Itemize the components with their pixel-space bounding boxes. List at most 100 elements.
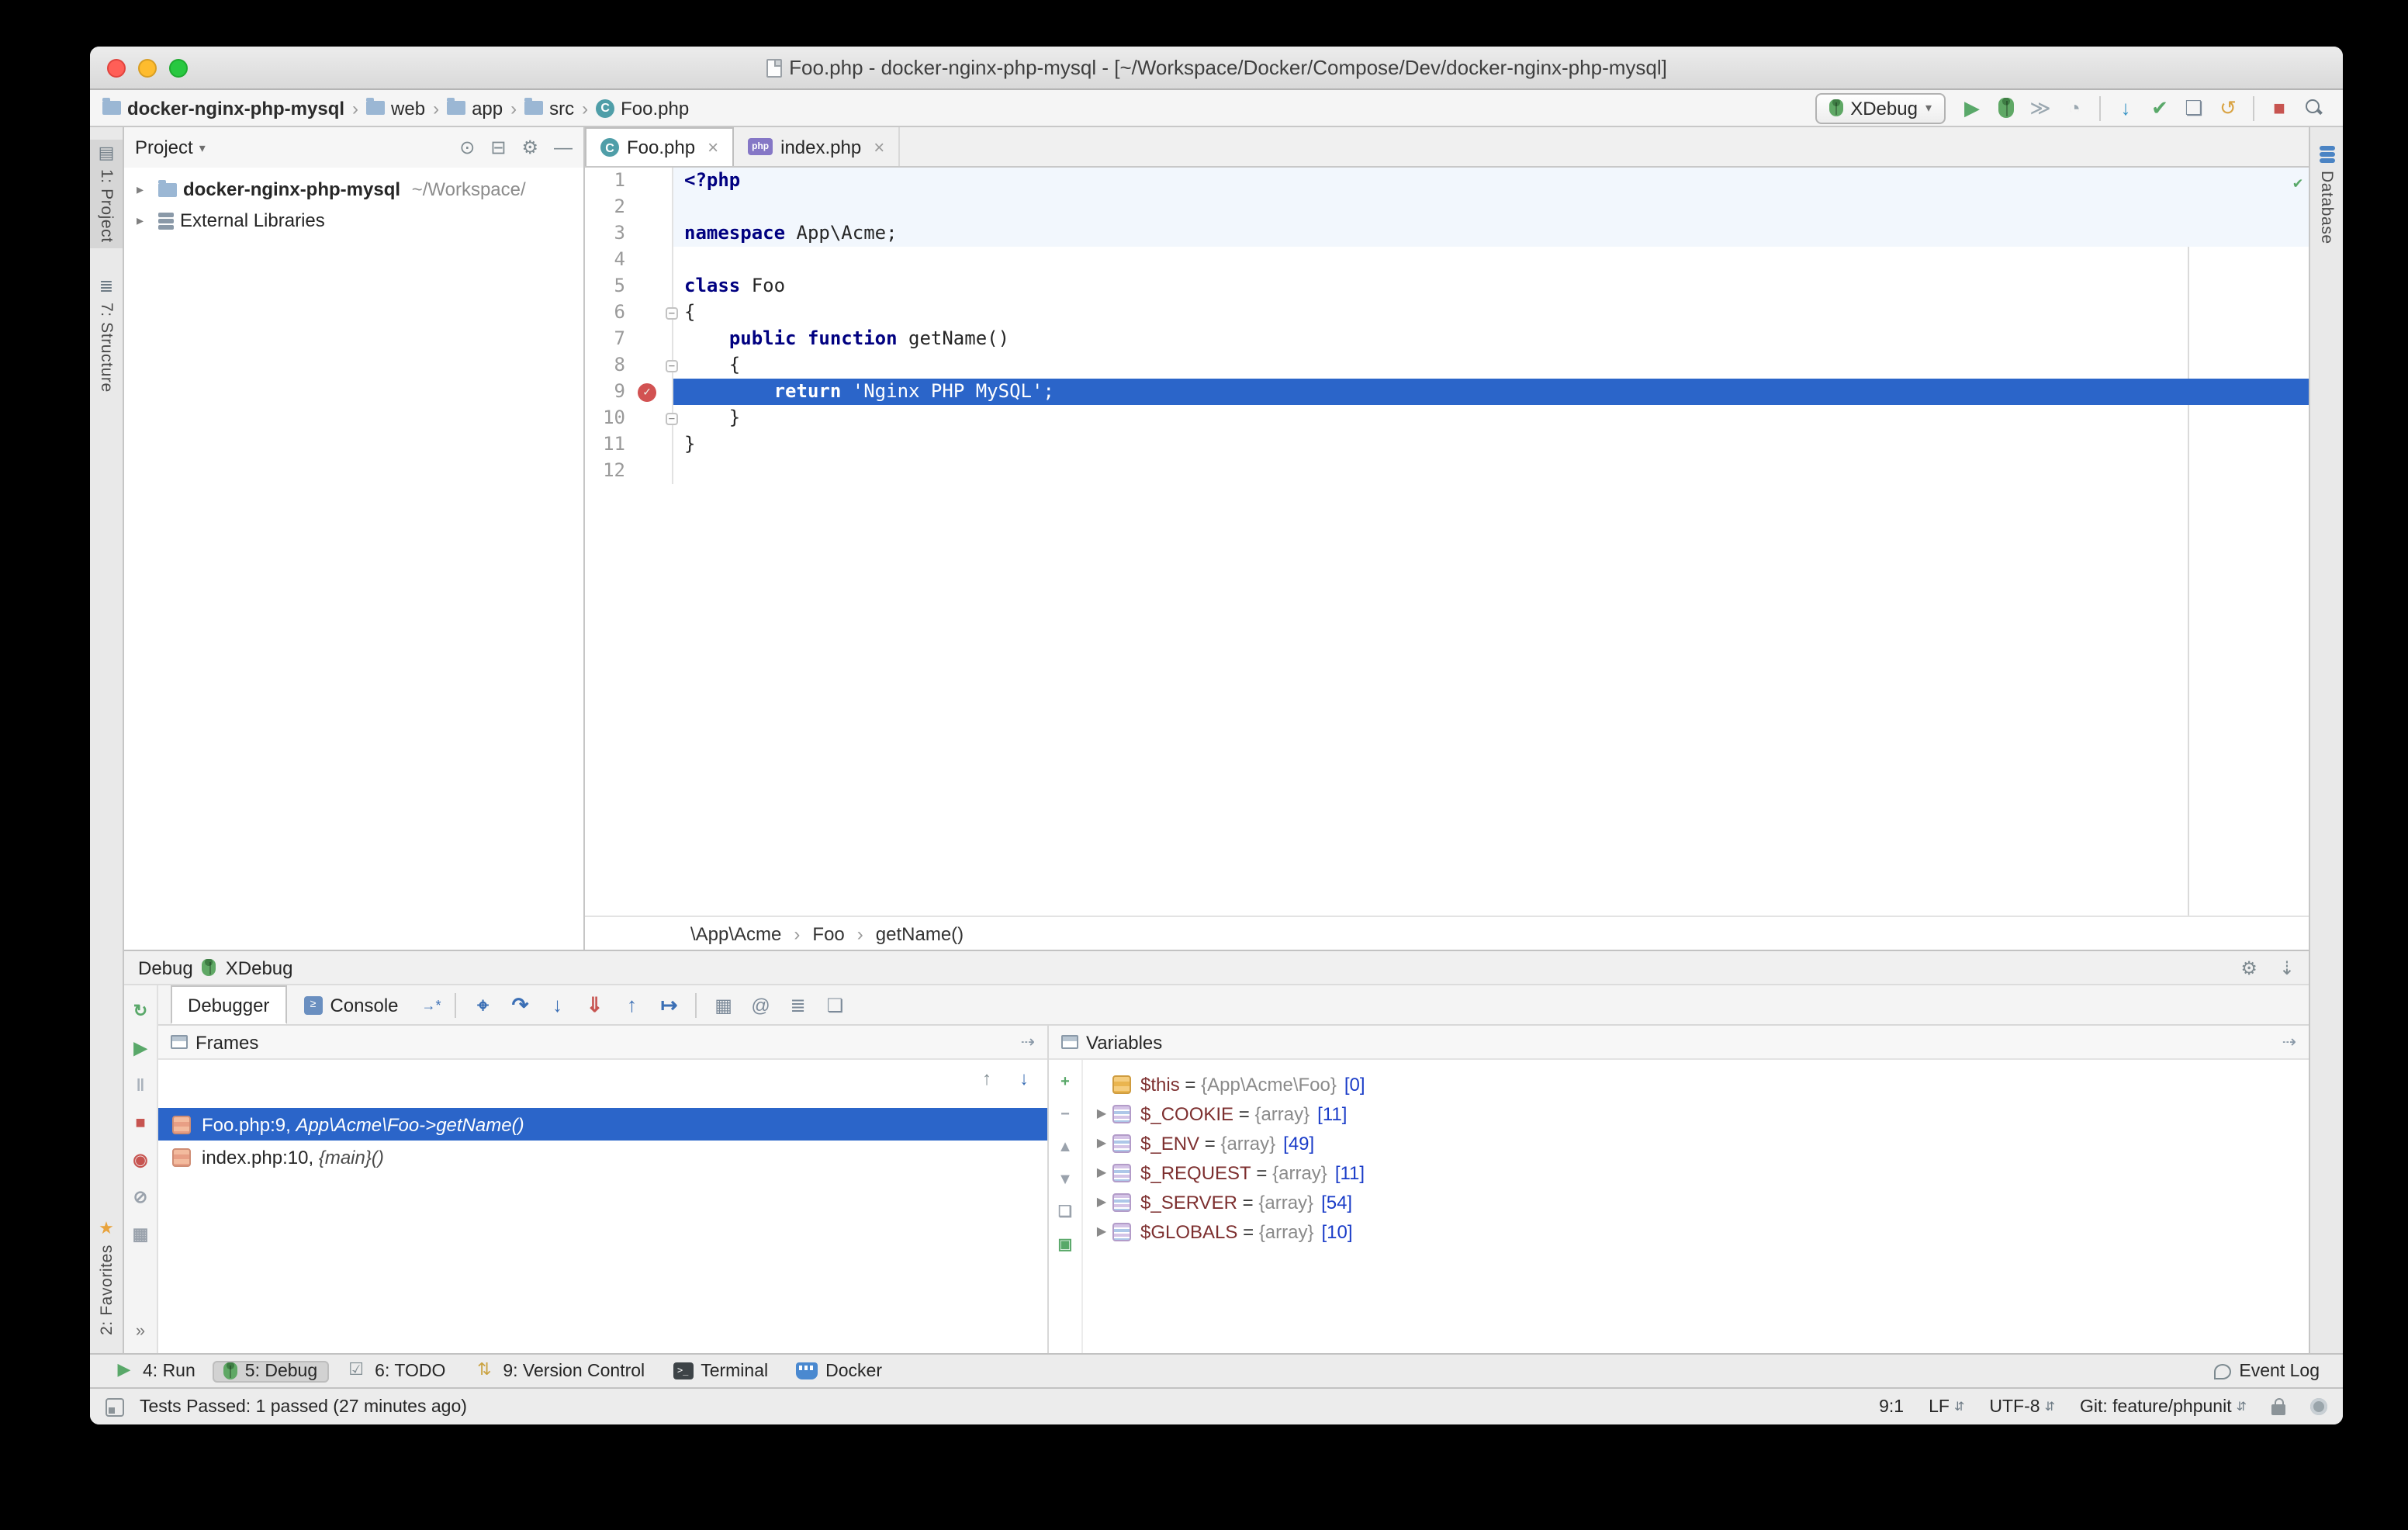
evaluate-expression-button[interactable]: ▦ — [705, 994, 742, 1016]
resume-button[interactable]: ▶ — [134, 1041, 147, 1058]
debug-settings-icon[interactable]: ⚙ — [2240, 958, 2258, 977]
next-frame-button[interactable]: ↓ — [1019, 1068, 1029, 1089]
editor-tab-index-php[interactable]: phpindex.php× — [734, 127, 900, 166]
tab-console[interactable]: ≥Console — [286, 985, 415, 1024]
run-with-coverage-button[interactable]: ≫ — [2023, 92, 2057, 123]
code-line-11[interactable]: 11} — [585, 431, 2309, 458]
copy-value-button[interactable]: ❏ — [1058, 1206, 1072, 1221]
project-tree-item-external-libraries[interactable]: ▸External Libraries — [124, 205, 583, 236]
settings-icon[interactable]: ⚙ — [521, 138, 538, 157]
breadcrumb-item-foo-php[interactable]: CFoo.php — [596, 97, 689, 119]
step-over-button[interactable]: ↷ — [502, 992, 539, 1017]
tool-stripe-button-structure[interactable]: ≣7: Structure — [90, 274, 123, 400]
fold-marker-icon[interactable]: − — [666, 360, 678, 372]
panel-menu-icon[interactable]: ⇢ — [1021, 1032, 1035, 1052]
chevron-right-icon[interactable]: ▸ — [137, 181, 152, 198]
run-button[interactable]: ▶ — [1955, 92, 1989, 123]
compare-button[interactable]: ❏ — [2177, 92, 2211, 123]
mute-breakpoints-button[interactable]: ⊘ — [133, 1190, 147, 1207]
breadcrumb-item-src[interactable]: src — [524, 97, 574, 119]
tool-window-button-4-run[interactable]: ▶4: Run — [102, 1360, 206, 1382]
tool-stripe-button-database[interactable]: Database — [2310, 140, 2343, 251]
fold-marker-icon[interactable]: − — [666, 307, 678, 320]
fold-marker-icon[interactable]: − — [666, 413, 678, 425]
tool-stripe-button-favorites[interactable]: ★2: Favorites — [90, 1214, 123, 1341]
rerun-debugger-button[interactable]: ↻ — [133, 1004, 147, 1021]
watches-button[interactable]: @ — [742, 994, 780, 1016]
git-branch-widget[interactable]: Git: feature/phpunit ⇵ — [2080, 1397, 2247, 1416]
variable-row-server[interactable]: ▶$_SERVER = {array}[54] — [1083, 1187, 2309, 1217]
code-line-2[interactable]: 2 — [585, 194, 2309, 220]
debug-button[interactable] — [1989, 92, 2023, 123]
scroll-to-end-icon[interactable]: →* — [422, 997, 441, 1012]
tool-window-button-docker[interactable]: Docker — [785, 1360, 893, 1382]
code-line-8[interactable]: 8− { — [585, 352, 2309, 379]
breakpoint-icon[interactable]: ✓ — [638, 382, 656, 401]
code-line-6[interactable]: 6−{ — [585, 299, 2309, 326]
editor-tab-foo-php[interactable]: CFoo.php× — [585, 127, 734, 166]
restore-layout-button[interactable]: ▦ — [133, 1227, 149, 1244]
variable-row-cookie[interactable]: ▶$_COOKIE = {array}[11] — [1083, 1099, 2309, 1128]
rollback-button[interactable]: ↺ — [2211, 92, 2245, 123]
previous-frame-button[interactable]: ↑ — [982, 1068, 991, 1089]
expand-arrow-icon[interactable]: ▶ — [1091, 1195, 1112, 1209]
move-down-button[interactable]: ▼ — [1057, 1173, 1073, 1189]
tool-window-button-event-log[interactable]: Event Log — [2203, 1360, 2330, 1382]
tool-window-button-5-debug[interactable]: 5: Debug — [213, 1360, 328, 1382]
code-line-5[interactable]: 5class Foo — [585, 273, 2309, 299]
tab-debugger[interactable]: Debugger — [171, 985, 286, 1024]
close-icon[interactable]: × — [708, 137, 718, 158]
expand-arrow-icon[interactable]: ▶ — [1091, 1136, 1112, 1150]
lock-icon[interactable] — [2271, 1404, 2285, 1415]
code-line-7[interactable]: 7 public function getName() — [585, 326, 2309, 352]
tool-window-button-9-version-control[interactable]: ⇅9: Version Control — [462, 1360, 656, 1382]
search-everywhere-button[interactable] — [2296, 92, 2330, 123]
run-to-cursor-button[interactable]: ↦ — [651, 992, 688, 1017]
chevron-right-icon[interactable]: ▸ — [137, 212, 152, 229]
chevron-down-icon[interactable]: ▾ — [199, 140, 206, 154]
caret-position-widget[interactable]: 9:1 — [1879, 1397, 1904, 1416]
breadcrumb-item-foo[interactable]: Foo — [812, 922, 844, 944]
hide-panel-icon[interactable]: — — [554, 138, 573, 157]
hide-debug-panel-icon[interactable]: ⇣ — [2279, 958, 2295, 977]
code-line-12[interactable]: 12 — [585, 458, 2309, 484]
variable-row-this[interactable]: $this = {App\Acme\Foo}[0] — [1083, 1069, 2309, 1099]
panel-menu-icon[interactable]: ⇢ — [2282, 1032, 2296, 1052]
move-up-button[interactable]: ▲ — [1057, 1141, 1073, 1156]
clear-button[interactable]: ❏ — [817, 994, 854, 1016]
code-line-1[interactable]: 1<?php — [585, 168, 2309, 194]
line-separator-widget[interactable]: LF ⇵ — [1929, 1397, 1964, 1416]
code-region[interactable]: 1<?php23namespace App\Acme;45class Foo6−… — [585, 168, 2309, 916]
breadcrumb-item-docker-nginx-php-mysql[interactable]: docker-nginx-php-mysql — [102, 97, 344, 119]
close-icon[interactable]: × — [874, 136, 884, 158]
stop-button[interactable]: ■ — [135, 1116, 145, 1133]
code-line-3[interactable]: 3namespace App\Acme; — [585, 220, 2309, 247]
expand-arrow-icon[interactable]: ▶ — [1091, 1224, 1112, 1238]
pause-button[interactable]: ‖ — [137, 1078, 145, 1096]
run-configuration-select[interactable]: XDebug ▾ — [1815, 92, 1946, 123]
show-types-button[interactable]: ▣ — [1058, 1238, 1073, 1254]
expand-arrow-icon[interactable]: ▶ — [1091, 1106, 1112, 1120]
more-actions-button[interactable]: » — [136, 1324, 145, 1341]
breadcrumb-item-web[interactable]: web — [366, 97, 425, 119]
variable-row-request[interactable]: ▶$_REQUEST = {array}[11] — [1083, 1158, 2309, 1187]
profiler-button[interactable]: ◔ — [2057, 92, 2091, 123]
frame-row[interactable]: index.php:10, {main}() — [158, 1141, 1047, 1173]
minimize-window-button[interactable] — [138, 59, 157, 78]
tool-window-button-terminal[interactable]: >_Terminal — [662, 1360, 779, 1382]
view-breakpoints-button[interactable]: ◉ — [133, 1153, 147, 1170]
status-message[interactable]: Tests Passed: 1 passed (27 minutes ago) — [140, 1397, 467, 1416]
show-values-inline-button[interactable]: ≣ — [780, 994, 817, 1016]
commit-button[interactable]: ✔ — [2143, 92, 2177, 123]
frame-row[interactable]: Foo.php:9, App\Acme\Foo->getName() — [158, 1108, 1047, 1141]
variable-row-globals[interactable]: ▶$GLOBALS = {array}[10] — [1083, 1217, 2309, 1246]
show-execution-point-button[interactable]: ⌖ — [465, 992, 502, 1017]
project-tree-item-docker-nginx-php-mysql[interactable]: ▸docker-nginx-php-mysql ~/Workspace/ — [124, 174, 583, 205]
titlebar[interactable]: Foo.php - docker-nginx-php-mysql - [~/Wo… — [90, 47, 2343, 90]
remove-watch-button[interactable]: − — [1060, 1108, 1070, 1123]
tool-window-switcher-icon[interactable] — [106, 1397, 124, 1416]
breadcrumb-item-app-acme[interactable]: \App\Acme — [690, 922, 781, 944]
tool-window-button-6-todo[interactable]: ☑6: TODO — [334, 1360, 456, 1382]
code-line-10[interactable]: 10− } — [585, 405, 2309, 431]
zoom-window-button[interactable] — [169, 59, 188, 78]
